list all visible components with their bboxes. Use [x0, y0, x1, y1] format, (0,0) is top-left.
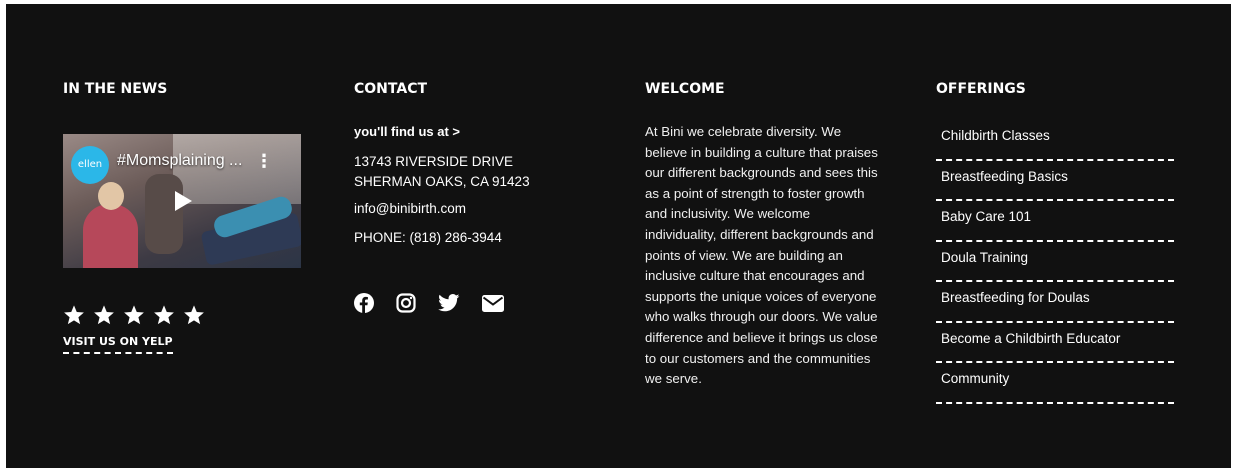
offering-item: Community	[936, 363, 1174, 404]
contact-heading: CONTACT	[354, 81, 428, 97]
offering-link-become-childbirth-educator[interactable]: Become a Childbirth Educator	[941, 331, 1120, 346]
site-footer: IN THE NEWS ellen #Momsplaining ... ⋮ VI…	[6, 4, 1231, 468]
contact-column: CONTACT you'll find us at > 13743 RIVERS…	[354, 80, 594, 313]
news-column: IN THE NEWS ellen #Momsplaining ... ⋮ VI…	[63, 80, 303, 354]
twitter-icon[interactable]	[438, 294, 460, 312]
video-figure	[83, 204, 138, 268]
welcome-heading: WELCOME	[645, 81, 725, 97]
offering-item: Doula Training	[936, 242, 1174, 282]
offerings-heading: OFFERINGS	[936, 81, 1026, 97]
offering-item: Breastfeeding for Doulas	[936, 282, 1174, 323]
star-icon	[94, 305, 114, 325]
social-links	[354, 293, 504, 313]
star-icon	[64, 305, 84, 325]
video-embed[interactable]: ellen #Momsplaining ... ⋮	[63, 134, 301, 268]
address-line-2: SHERMAN OAKS, CA 91423	[354, 174, 530, 189]
email-icon[interactable]	[482, 294, 504, 312]
address: 13743 RIVERSIDE DRIVE SHERMAN OAKS, CA 9…	[354, 152, 530, 192]
offerings-column: OFFERINGS Childbirth Classes Breastfeedi…	[936, 80, 1176, 404]
offering-link-breastfeeding-for-doulas[interactable]: Breastfeeding for Doulas	[941, 290, 1090, 305]
more-vertical-icon[interactable]: ⋮	[255, 152, 273, 170]
yelp-link[interactable]: VISIT US ON YELP	[63, 335, 173, 354]
offering-link-breastfeeding-basics[interactable]: Breastfeeding Basics	[941, 169, 1068, 184]
offerings-list: Childbirth Classes Breastfeeding Basics …	[936, 120, 1174, 404]
offering-link-baby-care-101[interactable]: Baby Care 101	[941, 209, 1031, 224]
ellen-logo: ellen	[71, 146, 109, 184]
address-line-1: 13743 RIVERSIDE DRIVE	[354, 154, 514, 169]
offering-link-doula-training[interactable]: Doula Training	[941, 250, 1028, 265]
offering-item: Breastfeeding Basics	[936, 161, 1174, 201]
phone-number[interactable]: PHONE: (818) 286-3944	[354, 229, 502, 247]
offering-item: Baby Care 101	[936, 201, 1174, 242]
offering-item: Become a Childbirth Educator	[936, 323, 1174, 363]
facebook-icon[interactable]	[354, 293, 374, 313]
star-icon	[184, 305, 204, 325]
offering-item: Childbirth Classes	[936, 120, 1174, 161]
star-icon	[124, 305, 144, 325]
star-icon	[154, 305, 174, 325]
welcome-paragraph: At Bini we celebrate diversity. We belie…	[645, 124, 878, 387]
instagram-icon[interactable]	[396, 293, 416, 313]
welcome-column: WELCOME At Bini we celebrate diversity. …	[645, 80, 890, 386]
find-us-label: you'll find us at >	[354, 124, 461, 139]
offering-link-childbirth-classes[interactable]: Childbirth Classes	[941, 128, 1050, 143]
email-link[interactable]: info@binibirth.com	[354, 200, 466, 218]
video-title[interactable]: #Momsplaining ...	[117, 152, 242, 170]
star-rating	[63, 304, 205, 326]
offering-link-community[interactable]: Community	[941, 371, 1009, 386]
video-figure	[98, 182, 124, 210]
play-icon[interactable]	[168, 187, 196, 215]
news-heading: IN THE NEWS	[63, 81, 168, 97]
